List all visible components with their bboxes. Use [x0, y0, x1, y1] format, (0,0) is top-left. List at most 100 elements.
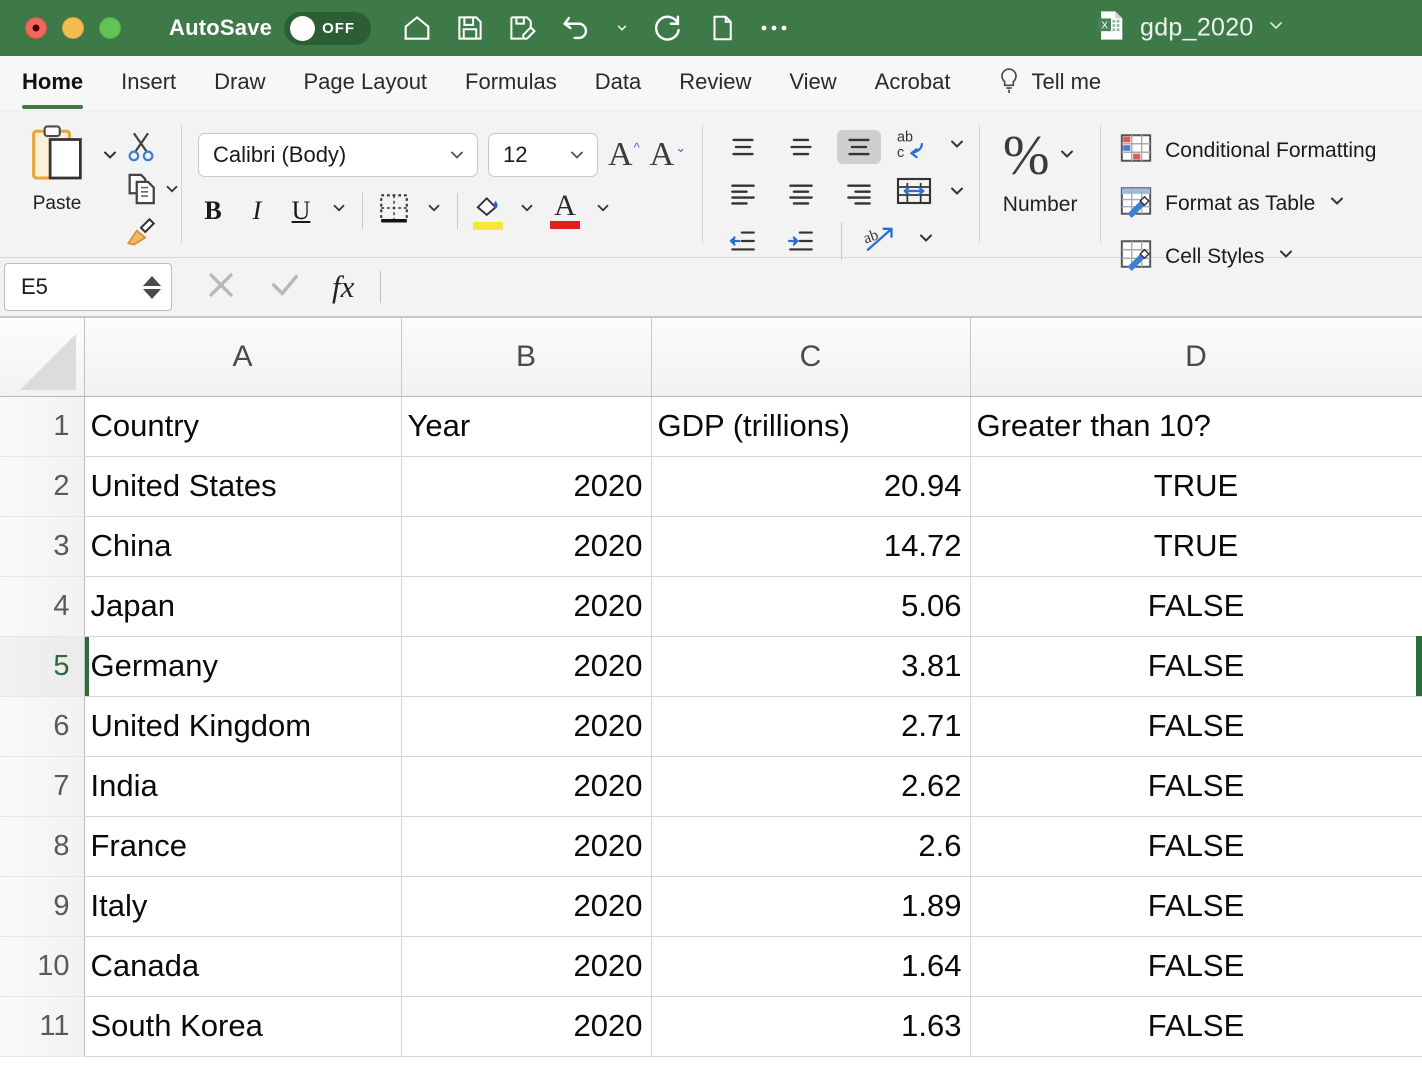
percent-format-button[interactable]: % [1003, 128, 1078, 184]
cell-d10[interactable]: FALSE [970, 936, 1422, 997]
new-document-icon[interactable] [707, 13, 737, 43]
underline-button[interactable]: U [286, 196, 316, 226]
font-name-select[interactable]: Calibri (Body) [198, 133, 478, 177]
row-header-11[interactable]: 11 [0, 996, 85, 1057]
tab-insert[interactable]: Insert [121, 69, 176, 98]
decrease-indent-button[interactable] [721, 224, 765, 258]
wrap-text-icon[interactable]: ab c [895, 127, 933, 166]
autosave-toggle[interactable]: OFF [284, 11, 372, 45]
tab-review[interactable]: Review [679, 69, 751, 98]
cell-b9[interactable]: 2020 [401, 876, 652, 937]
cell-c1[interactable]: GDP (trillions) [651, 396, 971, 457]
cell-a10[interactable]: Canada [84, 936, 402, 997]
format-painter-icon[interactable] [124, 215, 158, 254]
tab-data[interactable]: Data [595, 69, 641, 98]
merge-dropdown-chevron-icon[interactable] [947, 181, 967, 206]
row-header-6[interactable]: 6 [0, 696, 85, 757]
orientation-dropdown-chevron-icon[interactable] [916, 228, 936, 253]
borders-button[interactable] [377, 191, 411, 230]
cell-c7[interactable]: 2.62 [651, 756, 971, 817]
underline-dropdown-chevron-icon[interactable] [330, 199, 348, 222]
insert-function-button[interactable]: fx [332, 269, 354, 305]
font-size-select[interactable]: 12 [488, 133, 598, 177]
font-color-dropdown-chevron-icon[interactable] [594, 199, 612, 222]
cell-d4[interactable]: FALSE [970, 576, 1422, 637]
cell-styles-chevron-down-icon[interactable] [1276, 244, 1296, 269]
cancel-icon[interactable] [204, 268, 238, 307]
copy-icon[interactable] [124, 172, 158, 211]
conditional-formatting-button[interactable]: Conditional Formatting [1119, 131, 1376, 170]
tell-me-button[interactable]: Tell me [996, 66, 1101, 101]
select-all-corner[interactable] [0, 318, 85, 397]
text-orientation-icon[interactable]: ab [860, 221, 902, 260]
cell-c11[interactable]: 1.63 [651, 996, 971, 1057]
minimize-window-button[interactable] [62, 17, 84, 39]
cell-a3[interactable]: China [84, 516, 402, 577]
cell-b6[interactable]: 2020 [401, 696, 652, 757]
align-middle-button[interactable] [779, 130, 823, 164]
cell-c8[interactable]: 2.6 [651, 816, 971, 877]
cell-styles-button[interactable]: Cell Styles [1119, 237, 1376, 276]
tab-page-layout[interactable]: Page Layout [304, 69, 428, 98]
italic-button[interactable]: I [242, 196, 272, 226]
cell-d2[interactable]: TRUE [970, 456, 1422, 517]
tab-acrobat[interactable]: Acrobat [875, 69, 951, 98]
cell-a7[interactable]: India [84, 756, 402, 817]
cell-c4[interactable]: 5.06 [651, 576, 971, 637]
cell-a8[interactable]: France [84, 816, 402, 877]
row-header-2[interactable]: 2 [0, 456, 85, 517]
wrap-text-dropdown-chevron-icon[interactable] [947, 134, 967, 159]
cell-a1[interactable]: Country [84, 396, 402, 457]
name-box-stepper[interactable] [143, 275, 161, 299]
column-header-a[interactable]: A [84, 318, 402, 397]
document-title-chevron-icon[interactable] [1266, 16, 1286, 41]
cell-b2[interactable]: 2020 [401, 456, 652, 517]
increase-indent-button[interactable] [779, 224, 823, 258]
cell-c10[interactable]: 1.64 [651, 936, 971, 997]
cell-a5[interactable]: Germany [84, 636, 402, 697]
cell-b1[interactable]: Year [401, 396, 652, 457]
cell-d11[interactable]: FALSE [970, 996, 1422, 1057]
borders-dropdown-chevron-icon[interactable] [425, 199, 443, 222]
name-box-down-arrow-icon[interactable] [143, 288, 161, 299]
save-as-icon[interactable] [507, 13, 537, 43]
cell-b5[interactable]: 2020 [401, 636, 652, 697]
cell-b3[interactable]: 2020 [401, 516, 652, 577]
cell-b11[interactable]: 2020 [401, 996, 652, 1057]
increase-font-size-button[interactable]: A ^ [608, 138, 640, 172]
cell-b4[interactable]: 2020 [401, 576, 652, 637]
cell-a6[interactable]: United Kingdom [84, 696, 402, 757]
cell-c2[interactable]: 20.94 [651, 456, 971, 517]
align-left-button[interactable] [721, 177, 765, 211]
bold-button[interactable]: B [198, 196, 228, 226]
cell-d9[interactable]: FALSE [970, 876, 1422, 937]
cell-b10[interactable]: 2020 [401, 936, 652, 997]
format-as-table-chevron-down-icon[interactable] [1327, 191, 1347, 216]
name-box-up-arrow-icon[interactable] [143, 275, 161, 286]
spreadsheet-grid[interactable]: A B C D 1 Country Year GDP (trillions) G… [0, 318, 1422, 1074]
row-header-3[interactable]: 3 [0, 516, 85, 577]
undo-dropdown-chevron-icon[interactable] [615, 21, 629, 35]
home-icon[interactable] [401, 12, 433, 44]
cell-d8[interactable]: FALSE [970, 816, 1422, 877]
save-icon[interactable] [455, 13, 485, 43]
cell-c9[interactable]: 1.89 [651, 876, 971, 937]
cell-a9[interactable]: Italy [84, 876, 402, 937]
cell-d7[interactable]: FALSE [970, 756, 1422, 817]
format-as-table-button[interactable]: Format as Table [1119, 184, 1376, 223]
tab-draw[interactable]: Draw [214, 69, 265, 98]
cut-scissors-icon[interactable] [124, 129, 158, 168]
maximize-window-button[interactable] [99, 17, 121, 39]
cell-a11[interactable]: South Korea [84, 996, 402, 1057]
confirm-checkmark-icon[interactable] [268, 268, 302, 307]
name-box[interactable]: E5 [4, 263, 172, 311]
number-format-chevron-down-icon[interactable] [1057, 144, 1077, 169]
cell-c5[interactable]: 3.81 [651, 636, 971, 697]
merge-and-center-icon[interactable] [895, 175, 933, 212]
tab-formulas[interactable]: Formulas [465, 69, 557, 98]
column-header-b[interactable]: B [401, 318, 652, 397]
fill-color-dropdown-chevron-icon[interactable] [518, 199, 536, 222]
cell-c3[interactable]: 14.72 [651, 516, 971, 577]
cell-c6[interactable]: 2.71 [651, 696, 971, 757]
more-options-icon[interactable] [759, 22, 789, 34]
